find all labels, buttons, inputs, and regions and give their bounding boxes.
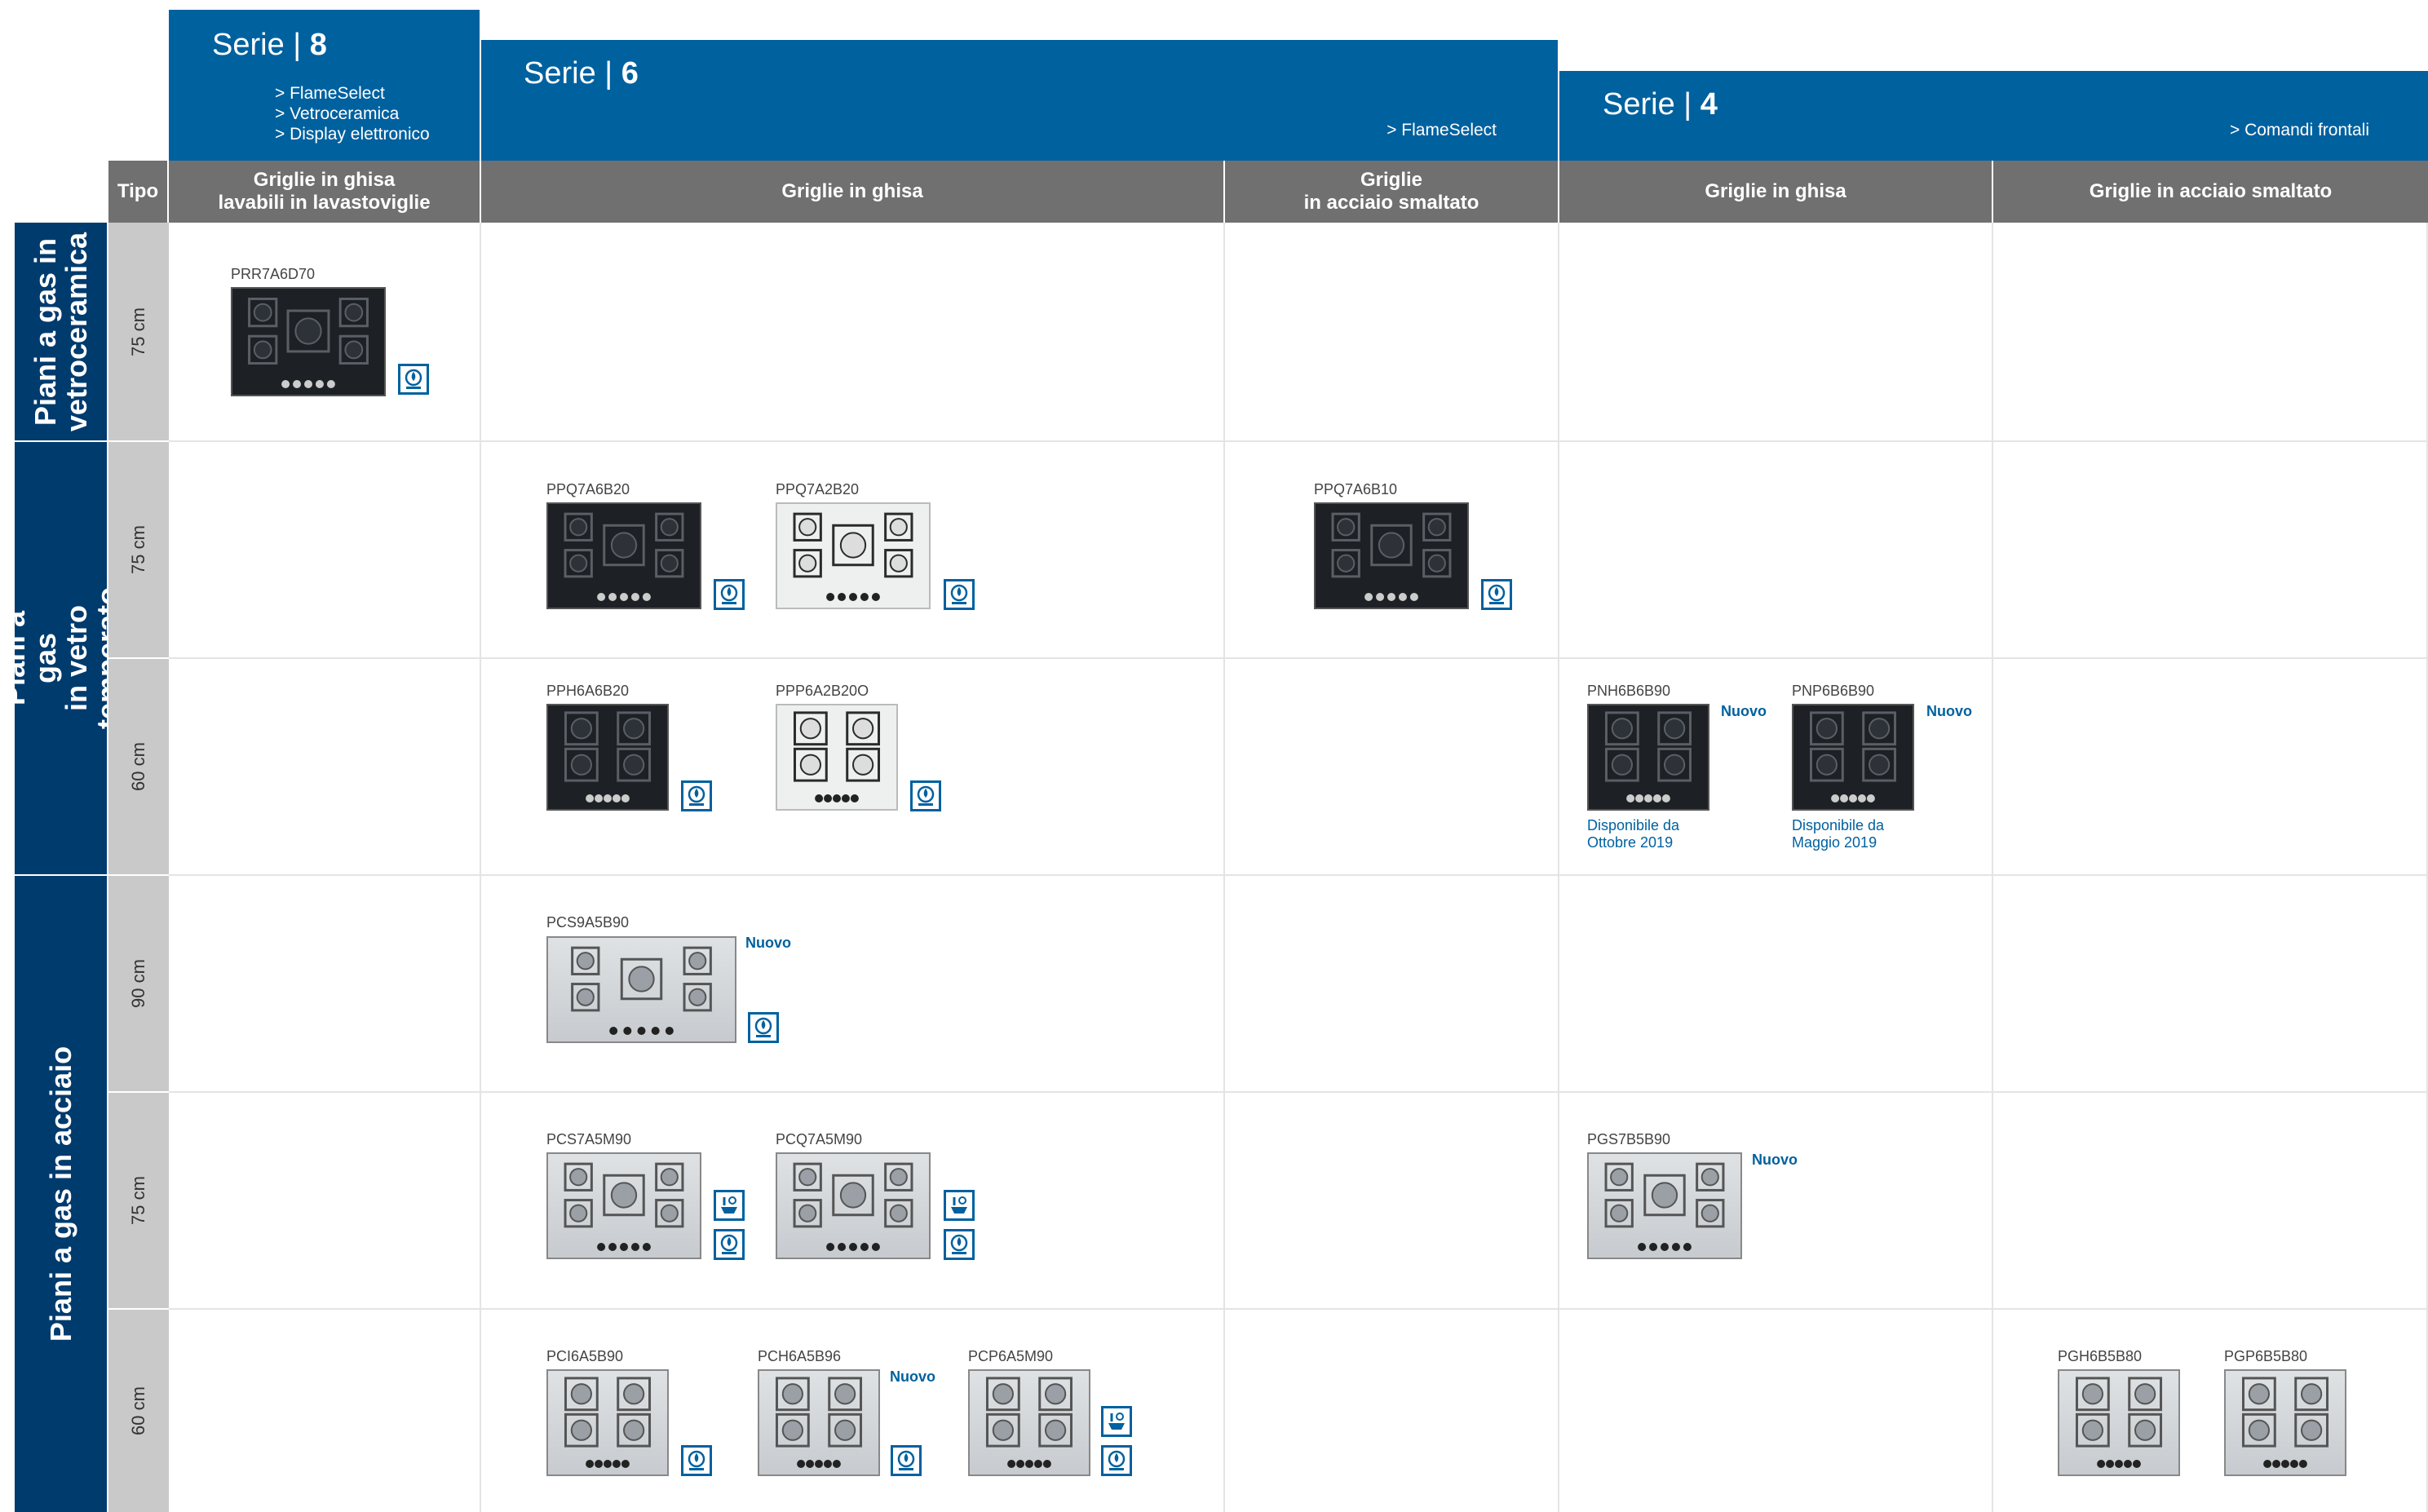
product-code: PNH6B6B90 [1587,683,1671,699]
control-icon [1101,1406,1132,1437]
serie-4-features: > Comandi frontali [2229,121,2369,139]
row-divider [169,440,2428,442]
col-divider [1992,223,1993,1512]
nuovo-badge: Nuovo [745,935,791,951]
hob-image[interactable] [231,287,386,396]
col-header-s6-ghisa: Griglie in ghisa [481,161,1225,223]
row-divider [169,657,2428,659]
size-cell: 90 cm [108,876,169,1091]
product-code: PCH6A5B96 [758,1348,842,1364]
row-divider [169,1091,2428,1093]
hob-image[interactable] [546,1369,669,1476]
row-divider [169,1308,2428,1310]
col-divider [1558,223,1559,1512]
hob-image[interactable] [776,1152,931,1259]
size-cell: 75 cm [108,1093,169,1308]
product-code: PGH6B5B80 [2058,1348,2143,1364]
col-header-s4-ghisa: Griglie in ghisa [1559,161,1993,223]
control-icon [944,1190,975,1221]
serie-8-features: > FlameSelect > Vetroceramica > Display … [275,84,430,144]
hob-image[interactable] [2058,1369,2180,1476]
serie-4-title: Serie | 4 [1603,87,1718,122]
flameselect-icon [748,1012,779,1043]
flameselect-icon [681,780,712,811]
flameselect-icon [398,364,429,395]
flameselect-icon [1481,579,1512,610]
nuovo-badge: Nuovo [1752,1152,1798,1168]
hob-image[interactable] [1792,704,1914,811]
hob-image[interactable] [1587,1152,1742,1259]
col-header-s6-acciaio-smaltato: Griglie in acciaio smaltato [1225,161,1559,223]
hob-image[interactable] [546,936,736,1043]
hob-image[interactable] [546,502,701,609]
product-code: PCI6A5B90 [546,1348,624,1364]
hob-image[interactable] [758,1369,880,1476]
flameselect-icon [681,1445,712,1476]
row-divider [169,874,2428,876]
product-code: PCP6A5M90 [968,1348,1054,1364]
flameselect-icon [714,1229,745,1260]
flameselect-icon [891,1445,922,1476]
product-code: PRR7A6D70 [231,266,316,282]
product-code: PPQ7A6B10 [1314,481,1398,497]
flameselect-icon [1101,1445,1132,1476]
size-cell: 75 cm [108,442,169,657]
hob-image[interactable] [1314,502,1469,609]
flameselect-icon [714,579,745,610]
serie-8-header: Serie | 8 > FlameSelect > Vetroceramica … [169,10,480,161]
serie-8-title: Serie | 8 [212,28,327,62]
product-code: PGP6B5B80 [2224,1348,2308,1364]
flameselect-icon [910,780,941,811]
col-divider [1223,223,1225,1512]
flameselect-icon [944,579,975,610]
group-acciaio: Piani a gas in acciaio [15,876,107,1512]
availability-note: Disponibile da Maggio 2019 [1792,817,1885,851]
nuovo-badge: Nuovo [890,1368,935,1385]
hob-image[interactable] [546,1152,701,1259]
col-divider [480,223,481,1512]
product-code: PNP6B6B90 [1792,683,1875,699]
product-code: PCQ7A5M90 [776,1131,863,1147]
col-header-tipo: Tipo [108,161,169,223]
group-vetro-temperato: Piani a gas in vetro temperato [0,442,124,874]
serie-6-features: > FlameSelect [1386,121,1497,139]
product-code: PPQ7A6B20 [546,481,630,497]
serie-6-header: Serie | 6 > FlameSelect [481,40,1558,161]
flameselect-icon [944,1229,975,1260]
hob-image[interactable] [1587,704,1709,811]
hob-image[interactable] [968,1369,1090,1476]
nuovo-badge: Nuovo [1721,703,1767,719]
hob-image[interactable] [776,502,931,609]
serie-4-header: Serie | 4 > Comandi frontali [1559,71,2428,161]
hob-image[interactable] [546,704,669,811]
group-vetroceramica: Piani a gas in vetroceramica [15,223,107,440]
size-cell: 60 cm [108,659,169,874]
product-code: PCS9A5B90 [546,914,630,931]
product-code: PPQ7A2B20 [776,481,860,497]
col-header-s8-ghisa-lavabili: Griglie in ghisa lavabili in lavastovigl… [169,161,481,223]
product-code: PCS7A5M90 [546,1131,632,1147]
nuovo-badge: Nuovo [1926,703,1972,719]
size-cell: 60 cm [108,1310,169,1512]
product-code: PPH6A6B20 [546,683,630,699]
hob-image[interactable] [2224,1369,2346,1476]
serie-6-title: Serie | 6 [524,56,639,91]
product-code: PGS7B5B90 [1587,1131,1671,1147]
availability-note: Disponibile da Ottobre 2019 [1587,817,1680,851]
hob-image[interactable] [776,704,898,811]
size-cell: 75 cm [108,223,169,440]
col-header-s4-acciaio-smaltato: Griglie in acciaio smaltato [1993,161,2428,223]
control-icon [714,1190,745,1221]
product-code: PPP6A2B20O [776,683,869,699]
